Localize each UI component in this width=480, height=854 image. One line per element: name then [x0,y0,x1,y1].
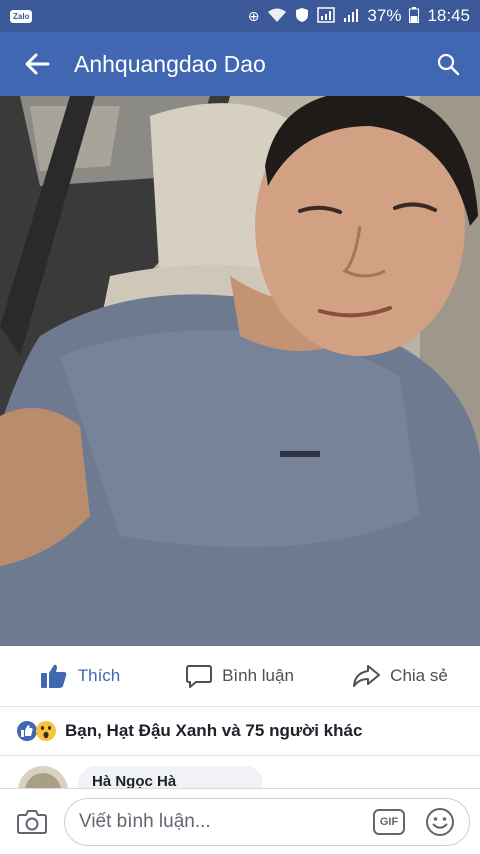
data-saver-icon: ⊕ [247,7,260,24]
arrow-left-icon [25,53,50,75]
wow-reaction-icon [36,720,56,741]
battery-percent: 37% [367,6,402,25]
cellular-signal-icon [317,6,336,26]
post-photo[interactable] [0,96,480,646]
emoji-icon[interactable] [425,807,455,837]
comment-input[interactable]: Viết bình luận... GIF [64,797,470,846]
wifi-icon [267,7,287,26]
reactions-summary[interactable]: Bạn, Hạt Đậu Xanh và 75 người khác [0,706,480,756]
camera-icon [17,809,47,834]
reaction-icons [16,720,57,742]
thumbs-up-icon [40,664,67,688]
share-label: Chia sẻ [390,666,448,685]
comment-label: Bình luận [222,666,294,685]
search-button[interactable] [416,52,480,76]
back-button[interactable] [0,53,74,75]
post-action-bar: Thích Bình luận Chia sẻ [0,646,480,707]
battery-icon [409,6,420,26]
reactions-text: Bạn, Hạt Đậu Xanh và 75 người khác [65,720,363,740]
app-bar: Anhquangdao Dao [0,32,480,96]
like-label: Thích [77,666,121,685]
like-button[interactable]: Thích [0,663,160,689]
comment-placeholder: Viết bình luận... [79,810,211,832]
comment-composer: Viết bình luận... GIF [0,788,480,854]
share-button[interactable]: Chia sẻ [320,664,480,688]
share-icon [353,665,381,687]
status-icons: ⊕ 37% 18:45 [248,6,470,26]
clock: 18:45 [427,6,470,25]
shield-icon [295,7,309,26]
page-title: Anhquangdao Dao [74,50,266,77]
status-bar: Zalo ⊕ 37% 18:45 [0,0,480,32]
comment-preview: Hà Ngọc Hà [0,756,480,788]
commenter-avatar [18,766,68,788]
signal-bars-icon [343,7,359,26]
comment-icon [186,665,213,688]
search-icon [437,53,460,76]
comment-bubble[interactable]: Hà Ngọc Hà [78,766,263,788]
comment-button[interactable]: Bình luận [160,664,320,688]
gif-button[interactable]: GIF [373,808,405,835]
commenter-name: Hà Ngọc Hà [92,773,177,788]
zalo-notification-icon: Zalo [10,9,33,23]
camera-button[interactable] [0,809,64,835]
